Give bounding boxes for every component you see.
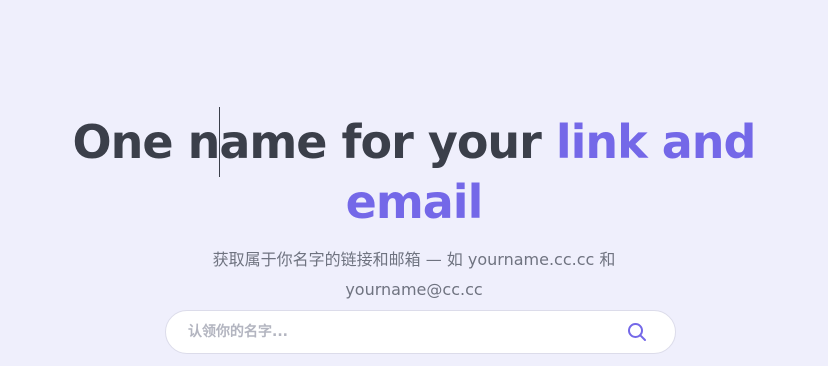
claim-name-search <box>165 310 676 354</box>
text-cursor <box>219 107 220 177</box>
hero-section: One name for your link and email 获取属于你名字… <box>0 0 828 366</box>
hero-headline: One name for your link and email <box>0 112 828 232</box>
search-button[interactable] <box>617 312 657 352</box>
headline-text: One name for your <box>72 115 556 169</box>
hero-subtitle: 获取属于你名字的链接和邮箱 — 如 yourname.cc.cc 和 yourn… <box>212 250 616 299</box>
claim-name-input[interactable] <box>186 323 617 341</box>
search-icon <box>628 323 646 341</box>
